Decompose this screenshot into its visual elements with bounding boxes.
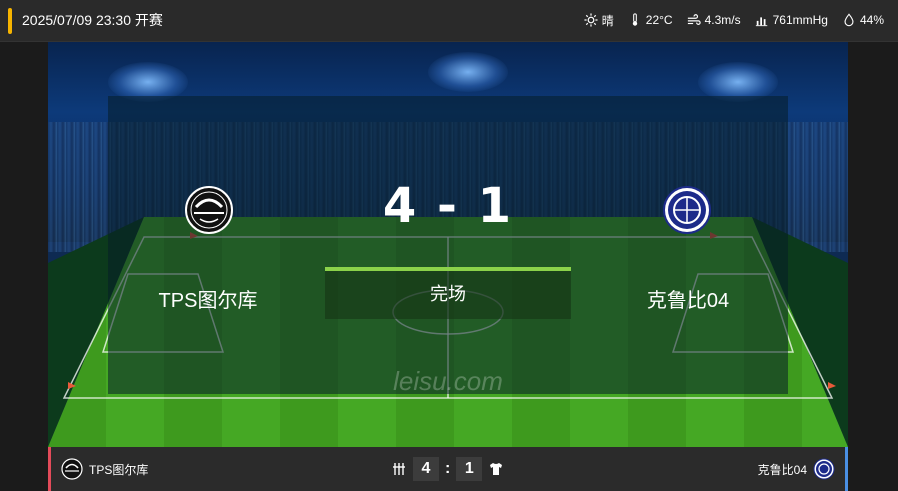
pressure-value: 761mmHg xyxy=(772,13,828,27)
bottom-score: 4 : 1 xyxy=(391,447,504,491)
away-team-logo[interactable] xyxy=(662,185,712,235)
lineup-icon[interactable] xyxy=(391,461,407,477)
wind-icon xyxy=(687,14,701,25)
home-team-name[interactable]: TPS图尔库 xyxy=(108,284,308,313)
humidity-value: 44% xyxy=(859,13,884,27)
scoreboard-overlay xyxy=(108,96,788,394)
weather-condition-label: 晴 xyxy=(601,13,614,28)
weather-temperature: 22°C xyxy=(628,13,673,27)
bottom-home-score: 4 xyxy=(413,457,439,481)
score-separator: : xyxy=(445,460,451,477)
match-header: 2025/07/09 23:30 开赛 晴 22°C 4.3m/s 761mmH… xyxy=(0,0,898,42)
kickoff-time: 2025/07/09 23:30 开赛 xyxy=(22,12,163,28)
pressure-icon xyxy=(755,17,767,27)
bottom-away-team[interactable]: 克鲁比04 xyxy=(758,447,835,491)
bottom-away-team-name: 克鲁比04 xyxy=(757,462,807,477)
weather-condition: 晴 xyxy=(584,12,614,29)
sun-icon xyxy=(584,13,598,27)
weather-wind: 4.3m/s xyxy=(687,13,741,27)
home-team-logo[interactable] xyxy=(184,185,234,235)
jersey-icon[interactable] xyxy=(488,461,504,477)
weather-pressure: 761mmHg xyxy=(755,13,828,27)
site-watermark: leisu.com xyxy=(393,366,503,396)
away-team-mini-logo xyxy=(813,458,835,480)
bottom-home-team[interactable]: TPS图尔库 xyxy=(61,447,148,491)
weather-humidity: 44% xyxy=(842,13,884,27)
droplet-icon xyxy=(844,13,854,27)
scoreboard-stage: 4 - 1 TPS图尔库 克鲁比04 完场 leisu.com xyxy=(48,42,848,447)
home-team-mini-logo xyxy=(61,458,83,480)
match-score: 4 - 1 xyxy=(382,178,514,234)
bottom-away-score: 1 xyxy=(456,457,483,481)
score-summary-bar: TPS图尔库 4 : 1 克鲁比04 xyxy=(48,447,848,491)
thermometer-icon xyxy=(632,13,637,26)
temperature-value: 22°C xyxy=(645,13,673,27)
wind-value: 4.3m/s xyxy=(704,13,741,27)
weather-info: 晴 22°C 4.3m/s 761mmHg 44% xyxy=(584,0,884,40)
match-status: 完场 xyxy=(325,267,571,319)
header-accent-bar xyxy=(8,8,12,34)
away-team-name[interactable]: 克鲁比04 xyxy=(588,284,788,313)
bottom-home-team-name: TPS图尔库 xyxy=(89,462,149,477)
